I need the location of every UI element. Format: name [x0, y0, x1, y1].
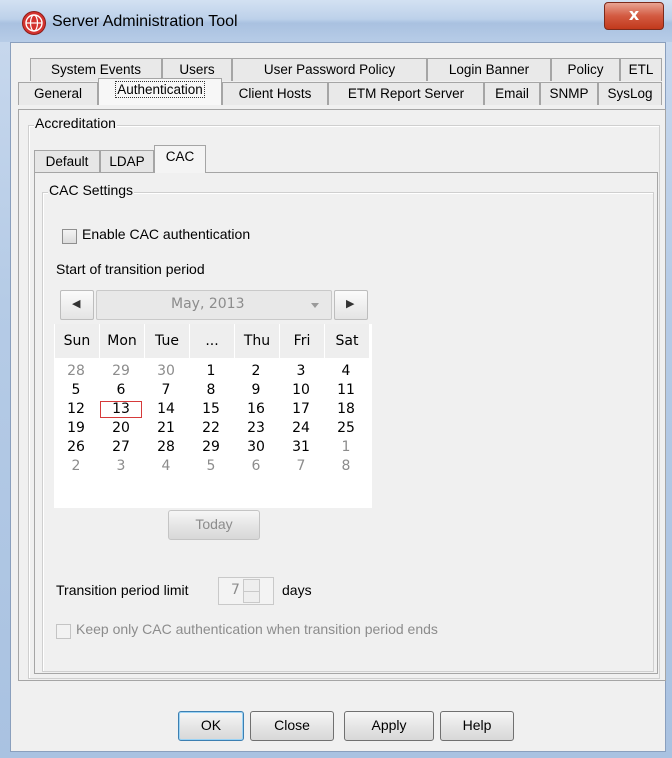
weekday-header: Mon: [99, 324, 144, 358]
calendar-day[interactable]: 21: [144, 419, 188, 438]
next-month-button[interactable]: ▶: [334, 290, 368, 320]
calendar-day[interactable]: 17: [279, 400, 323, 419]
calendar-day[interactable]: 10: [279, 381, 323, 400]
tab-client-hosts[interactable]: Client Hosts: [222, 82, 328, 105]
tab-syslog[interactable]: SysLog: [598, 82, 662, 105]
calendar-day[interactable]: 27: [99, 438, 143, 457]
calendar-day[interactable]: 4: [324, 362, 368, 381]
calendar-day[interactable]: 29: [189, 438, 233, 457]
tab-snmp[interactable]: SNMP: [540, 82, 598, 105]
tab-user-password-policy[interactable]: User Password Policy: [232, 58, 427, 81]
weekday-header: Thu: [234, 324, 279, 358]
calendar-day[interactable]: 12: [54, 400, 98, 419]
arrow-right-icon: ▶: [346, 297, 355, 310]
calendar-day[interactable]: 22: [189, 419, 233, 438]
weekday-header: Fri: [279, 324, 324, 358]
calendar-day[interactable]: 3: [279, 362, 323, 381]
tab-authentication[interactable]: Authentication: [98, 78, 222, 105]
month-label: May, 2013: [171, 296, 245, 312]
calendar-day[interactable]: 6: [234, 457, 278, 476]
tab-etm-report-server[interactable]: ETM Report Server: [328, 82, 484, 105]
transition-start-label: Start of transition period: [56, 261, 205, 277]
prev-month-button[interactable]: ◀: [60, 290, 94, 320]
spinner-down-button[interactable]: [243, 591, 260, 603]
tab-email[interactable]: Email: [484, 82, 540, 105]
calendar-day[interactable]: 5: [54, 381, 98, 400]
calendar-day[interactable]: 14: [144, 400, 188, 419]
tab-policy[interactable]: Policy: [551, 58, 620, 81]
month-selector[interactable]: May, 2013: [96, 290, 332, 320]
calendar-day[interactable]: 2: [234, 362, 278, 381]
help-button[interactable]: Help: [440, 711, 514, 741]
weekday-header: Sun: [54, 324, 99, 358]
calendar-day[interactable]: 7: [279, 457, 323, 476]
subtab-cac[interactable]: CAC: [154, 145, 206, 173]
calendar-day[interactable]: 9: [234, 381, 278, 400]
apply-button[interactable]: Apply: [344, 711, 434, 741]
window-title: Server Administration Tool: [52, 13, 238, 30]
calendar-day[interactable]: 11: [324, 381, 368, 400]
weekday-header: Tue: [144, 324, 189, 358]
weekday-header: ...: [189, 324, 234, 358]
ok-button[interactable]: OK: [178, 711, 244, 741]
tab-etl[interactable]: ETL: [620, 58, 662, 81]
calendar-day[interactable]: 6: [99, 381, 143, 400]
enable-cac-checkbox[interactable]: [62, 229, 77, 244]
calendar-day[interactable]: 19: [54, 419, 98, 438]
calendar-day[interactable]: 8: [324, 457, 368, 476]
calendar-day[interactable]: 24: [279, 419, 323, 438]
transition-limit-spinner[interactable]: 7: [218, 577, 274, 605]
today-button[interactable]: Today: [168, 510, 260, 540]
calendar-day[interactable]: 18: [324, 400, 368, 419]
calendar-day[interactable]: 7: [144, 381, 188, 400]
calendar-day[interactable]: 20: [99, 419, 143, 438]
enable-cac-label: Enable CAC authentication: [82, 226, 251, 242]
calendar-day[interactable]: 5: [189, 457, 233, 476]
cac-settings-title: CAC Settings: [48, 182, 135, 198]
calendar-day[interactable]: 2: [54, 457, 98, 476]
calendar-day[interactable]: 1: [324, 438, 368, 457]
keep-only-cac-label: Keep only CAC authentication when transi…: [76, 621, 438, 637]
calendar-day[interactable]: 8: [189, 381, 233, 400]
subtab-default[interactable]: Default: [34, 150, 100, 173]
tab-general[interactable]: General: [18, 82, 98, 105]
app-globe-icon: [22, 11, 46, 35]
calendar-grid: Sun Mon Tue... Thu Fri Sat 28 29 30 1 2 3 4 5 6 7 8 9 10 1…: [54, 324, 372, 508]
calendar-day[interactable]: 13: [99, 400, 143, 419]
calendar-day[interactable]: 28: [54, 362, 98, 381]
close-window-button[interactable]: x: [604, 2, 664, 30]
calendar-day[interactable]: 16: [234, 400, 278, 419]
calendar-day[interactable]: 15: [189, 400, 233, 419]
close-button[interactable]: Close: [250, 711, 334, 741]
calendar-day[interactable]: 23: [234, 419, 278, 438]
calendar-day[interactable]: 31: [279, 438, 323, 457]
calendar-day[interactable]: 1: [189, 362, 233, 381]
tab-login-banner[interactable]: Login Banner: [427, 58, 551, 81]
calendar-day[interactable]: 29: [99, 362, 143, 381]
keep-only-cac-checkbox[interactable]: [56, 624, 71, 639]
transition-limit-unit: days: [282, 582, 312, 598]
transition-limit-label: Transition period limit: [56, 582, 189, 598]
subtab-ldap[interactable]: LDAP: [100, 150, 154, 173]
calendar-day[interactable]: 3: [99, 457, 143, 476]
arrow-left-icon: ◀: [72, 297, 81, 310]
calendar-day[interactable]: 26: [54, 438, 98, 457]
calendar-day[interactable]: 4: [144, 457, 188, 476]
accreditation-title: Accreditation: [34, 115, 117, 131]
transition-limit-value: 7: [231, 582, 240, 598]
weekday-header: Sat: [324, 324, 369, 358]
calendar-day[interactable]: 25: [324, 419, 368, 438]
calendar-day[interactable]: 30: [144, 362, 188, 381]
chevron-down-icon: [311, 303, 319, 308]
calendar-day[interactable]: 30: [234, 438, 278, 457]
calendar-day[interactable]: 28: [144, 438, 188, 457]
close-icon: x: [628, 5, 640, 24]
